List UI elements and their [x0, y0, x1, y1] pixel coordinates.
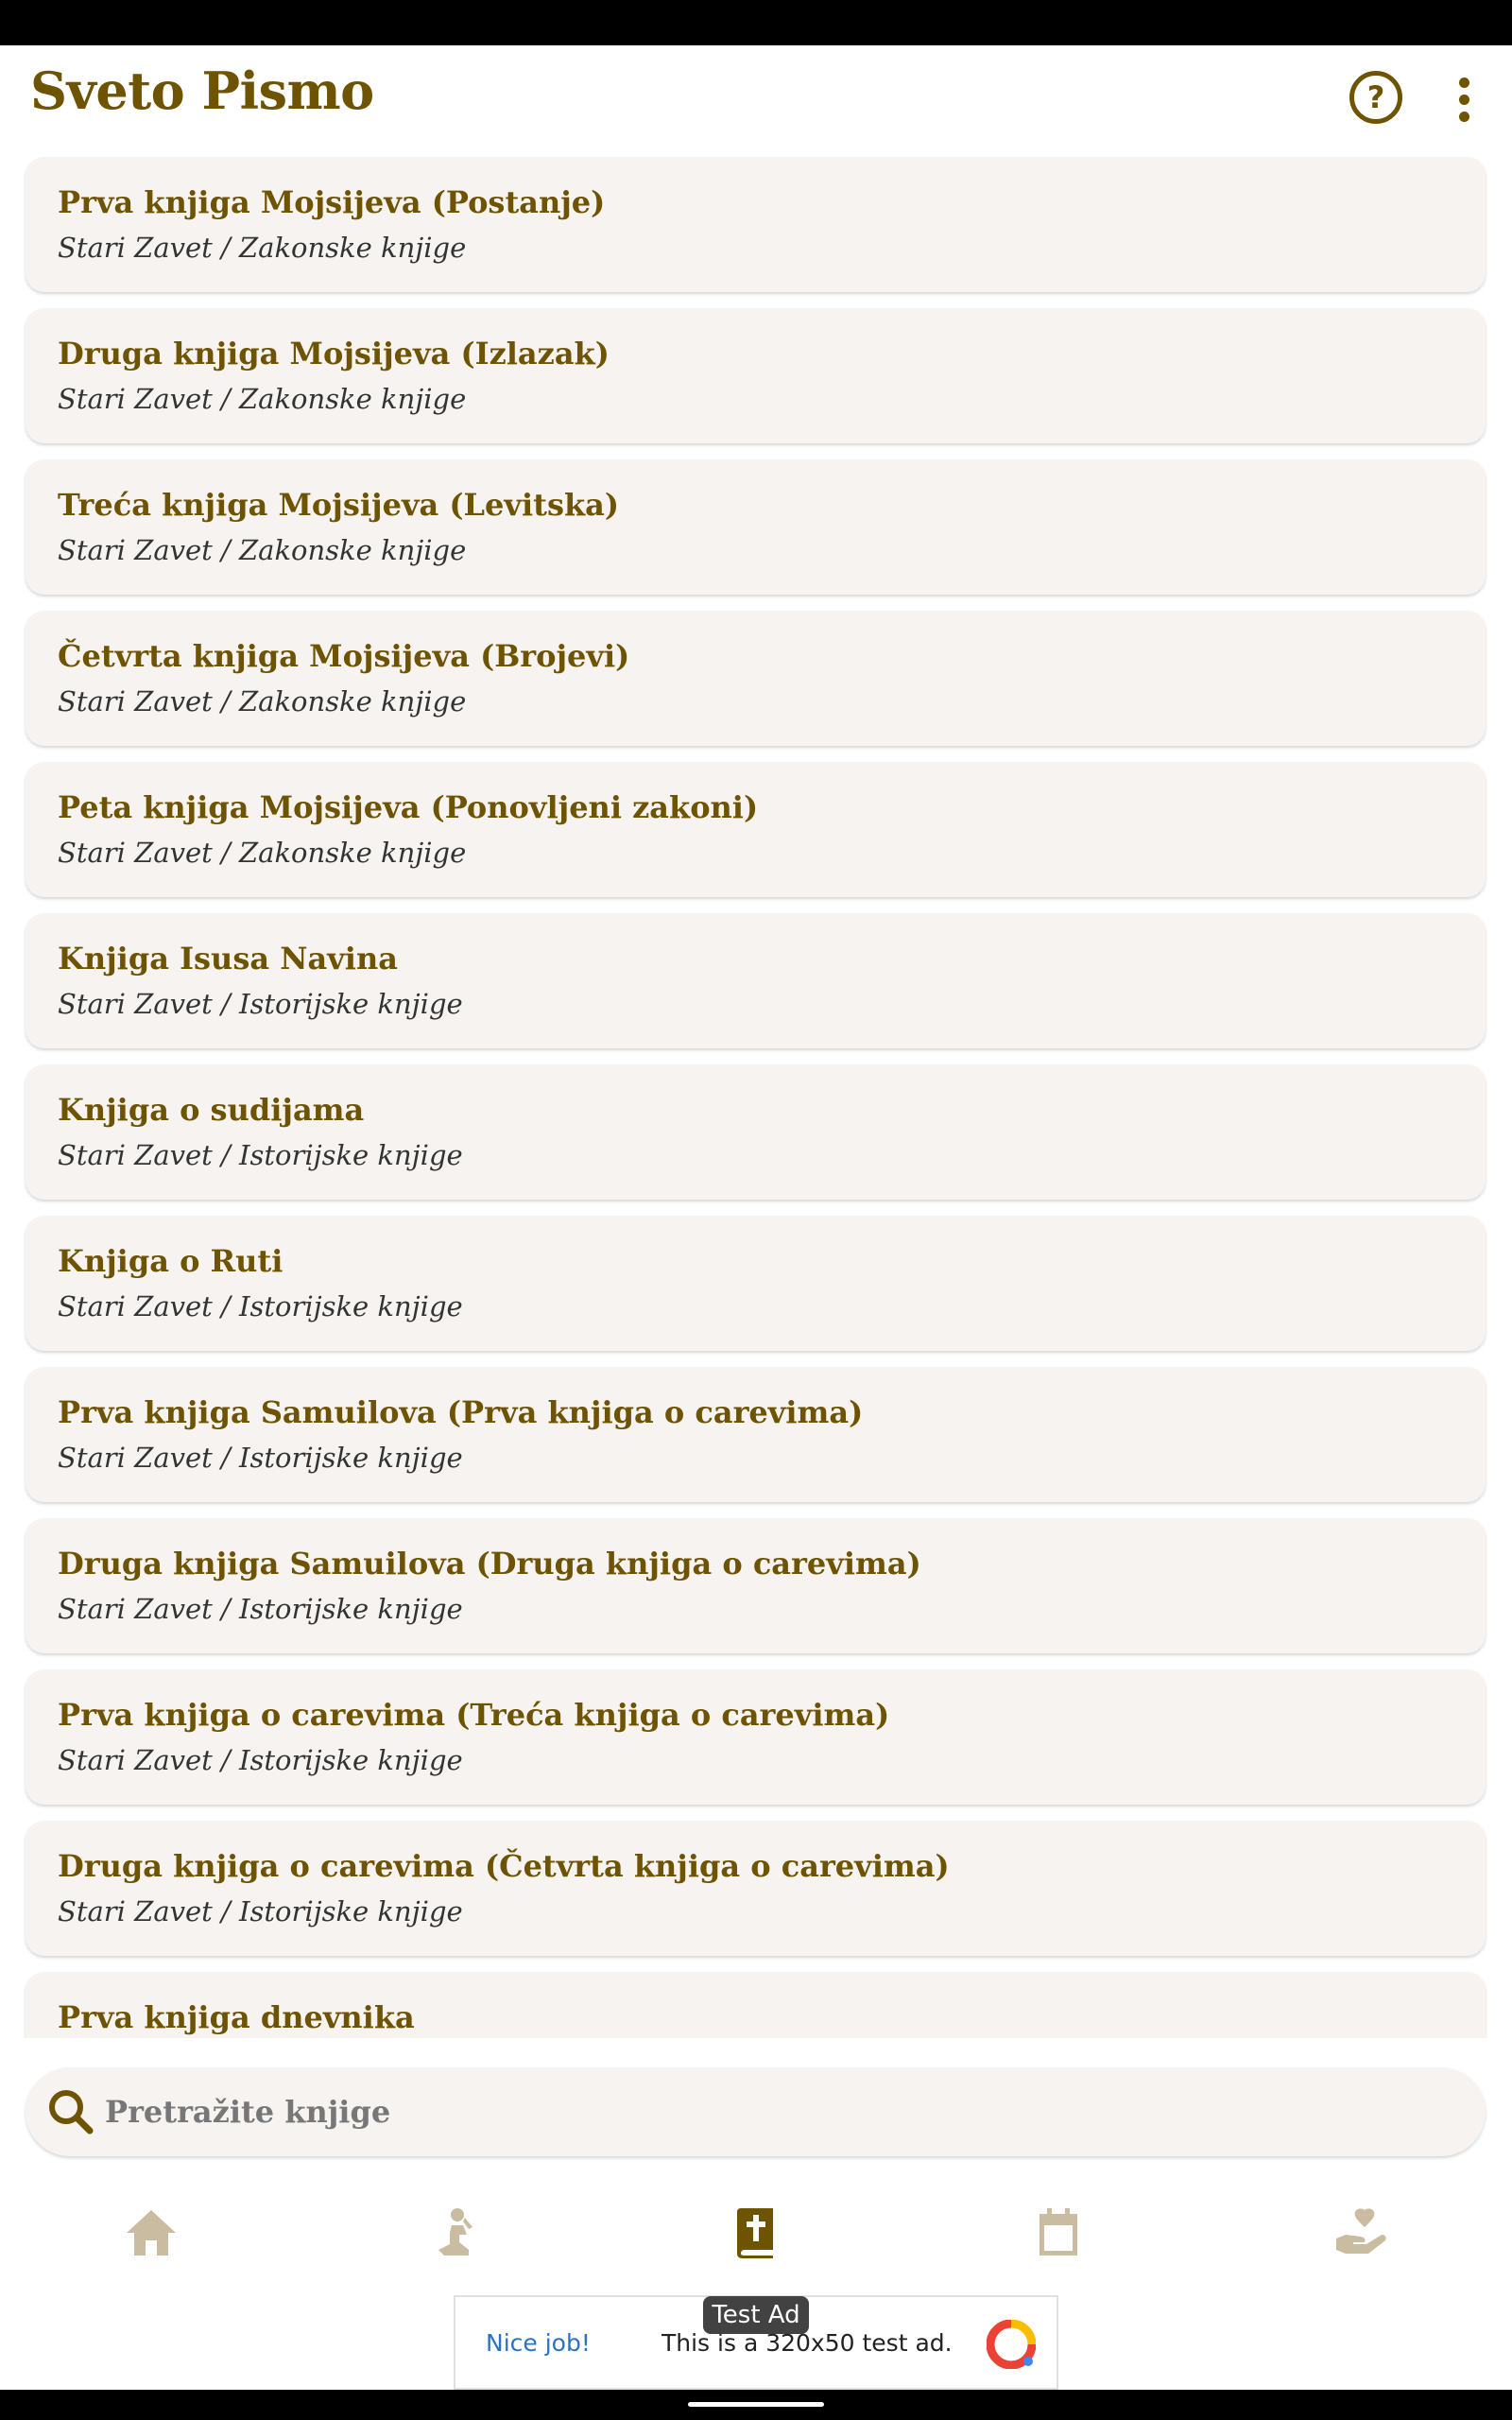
book-title: Knjiga Isusa Navina [58, 941, 398, 977]
book-title: Prva knjiga dnevnika [58, 1999, 415, 2035]
book-card[interactable]: Prva knjiga dnevnika [26, 1972, 1486, 2038]
book-title: Peta knjiga Mojsijeva (Ponovljeni zakoni… [58, 789, 759, 825]
app-bar: Sveto Pismo ? [0, 45, 1512, 157]
hand-heart-icon [1336, 2208, 1386, 2254]
book-list[interactable]: Prva knjiga Mojsijeva (Postanje) Stari Za… [0, 157, 1512, 2038]
home-icon [127, 2210, 176, 2256]
calendar-icon [1040, 2208, 1077, 2256]
book-card[interactable]: Druga knjiga o carevima (Četvrta knjiga … [26, 1821, 1486, 1956]
help-button[interactable]: ? [1349, 71, 1402, 124]
nav-prayers[interactable] [416, 2203, 491, 2263]
book-title: Druga knjiga o carevima (Četvrta knjiga … [58, 1848, 950, 1884]
book-category: Stari Zavet / Istorijske knjige [58, 1593, 463, 1625]
book-category: Stari Zavet / Zakonske knjige [58, 232, 467, 264]
book-card[interactable]: Prva knjiga o carevima (Treća knjiga o c… [26, 1669, 1486, 1805]
more-options-button[interactable] [1446, 74, 1484, 127]
gesture-handle[interactable] [688, 2402, 824, 2407]
book-card[interactable]: Treća knjiga Mojsijeva (Levitska) Stari Z… [26, 459, 1486, 595]
book-category: Stari Zavet / Zakonske knjige [58, 685, 467, 717]
book-category: Stari Zavet / Zakonske knjige [58, 837, 467, 869]
book-title: Prva knjiga o carevima (Treća knjiga o c… [58, 1697, 890, 1733]
book-card[interactable]: Prva knjiga Samuilova (Prva knjiga o car… [26, 1367, 1486, 1502]
book-title: Treća knjiga Mojsijeva (Levitska) [58, 487, 619, 523]
ad-tooltip: Test Ad [703, 2296, 809, 2334]
book-category: Stari Zavet / Istorijske knjige [58, 1442, 463, 1474]
book-card[interactable]: Druga knjiga Samuilova (Druga knjiga o c… [26, 1518, 1486, 1653]
nav-home[interactable] [113, 2203, 189, 2263]
book-category: Stari Zavet / Istorijske knjige [58, 1744, 463, 1776]
book-title: Prva knjiga Samuilova (Prva knjiga o car… [58, 1394, 864, 1430]
book-title: Prva knjiga Mojsijeva (Postanje) [58, 184, 606, 220]
book-category: Stari Zavet / Zakonske knjige [58, 383, 467, 415]
book-title: Četvrta knjiga Mojsijeva (Brojevi) [58, 638, 630, 674]
ad-logo-icon [987, 2320, 1036, 2369]
ad-nice-job: Nice job! [486, 2329, 591, 2357]
bible-book-icon [737, 2208, 773, 2258]
book-card[interactable]: Peta knjiga Mojsijeva (Ponovljeni zakoni… [26, 762, 1486, 897]
book-card[interactable]: Knjiga o sudijama Stari Zavet / Istorijsk… [26, 1064, 1486, 1200]
book-card[interactable]: Knjiga o Ruti Stari Zavet / Istorijske kn… [26, 1216, 1486, 1351]
book-category: Stari Zavet / Istorijske knjige [58, 1139, 463, 1171]
book-card[interactable]: Knjiga Isusa Navina Stari Zavet / Istorij… [26, 913, 1486, 1048]
book-title: Knjiga o Ruti [58, 1243, 284, 1279]
book-category: Stari Zavet / Istorijske knjige [58, 1895, 463, 1927]
search-icon [49, 2090, 94, 2135]
book-category: Stari Zavet / Istorijske knjige [58, 1290, 463, 1322]
ad-text: This is a 320x50 test ad. [662, 2329, 953, 2357]
book-category: Stari Zavet / Zakonske knjige [58, 534, 467, 566]
praying-person-icon [438, 2208, 472, 2256]
book-card[interactable]: Druga knjiga Mojsijeva (Izlazak) Stari Za… [26, 308, 1486, 443]
book-title: Knjiga o sudijama [58, 1092, 365, 1128]
search-input[interactable] [105, 2067, 1428, 2156]
book-card[interactable]: Prva knjiga Mojsijeva (Postanje) Stari Za… [26, 157, 1486, 292]
nav-bible[interactable] [718, 2203, 794, 2263]
search-bar[interactable] [26, 2067, 1486, 2156]
help-circle-icon: ? [1366, 79, 1385, 115]
bottom-navigation [0, 2174, 1512, 2295]
app-title: Sveto Pismo [30, 60, 374, 121]
book-title: Druga knjiga Samuilova (Druga knjiga o c… [58, 1546, 921, 1582]
nav-calendar[interactable] [1021, 2203, 1096, 2263]
status-bar [0, 0, 1512, 45]
book-card[interactable]: Četvrta knjiga Mojsijeva (Brojevi) Stari … [26, 611, 1486, 746]
book-title: Druga knjiga Mojsijeva (Izlazak) [58, 336, 610, 372]
book-category: Stari Zavet / Istorijske knjige [58, 988, 463, 1020]
nav-charity[interactable] [1323, 2203, 1399, 2263]
